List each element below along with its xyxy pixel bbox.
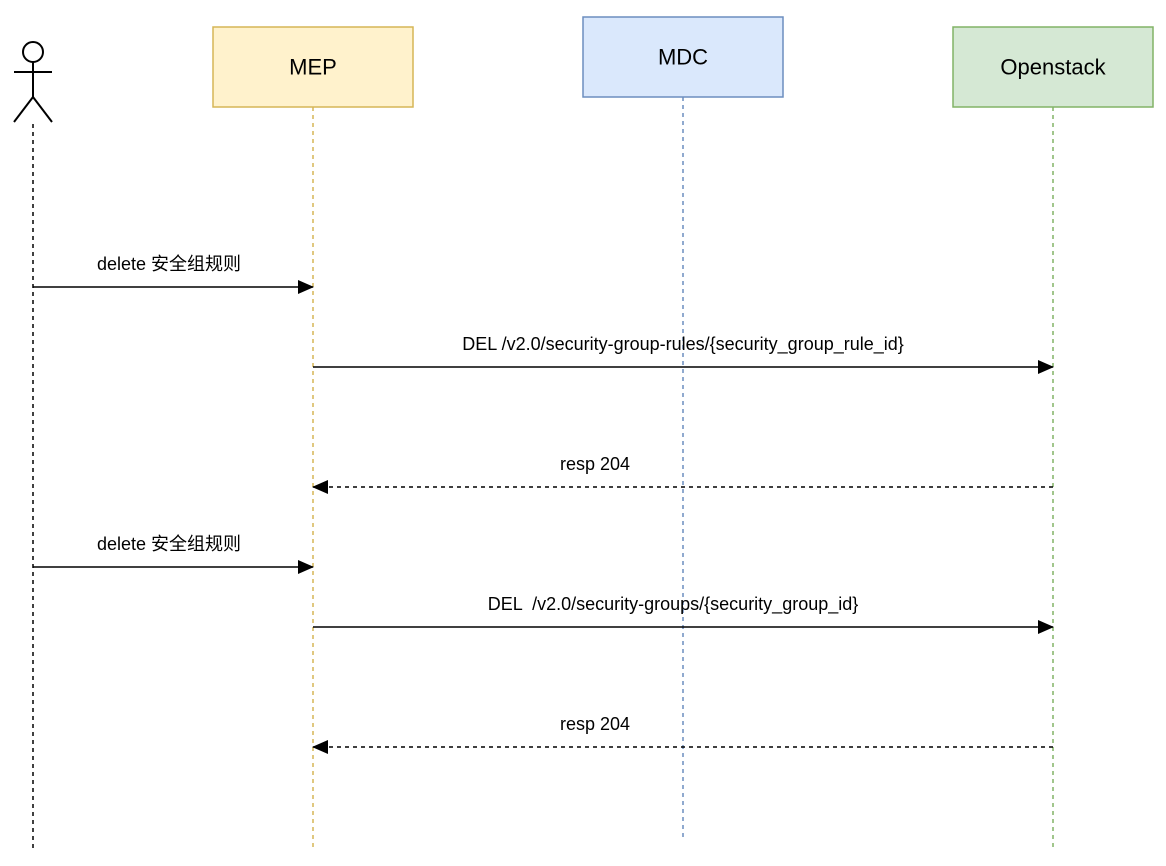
message-label: delete 安全组规则	[97, 534, 241, 554]
message-label: resp 204	[560, 454, 630, 474]
message-label: resp 204	[560, 714, 630, 734]
participant-openstack-label: Openstack	[1000, 55, 1106, 80]
sequence-diagram: MEP MDC Openstack delete 安全组规则 DEL /v2.0…	[13, 16, 1154, 848]
message-label: delete 安全组规则	[97, 254, 241, 274]
actor-icon	[13, 41, 53, 123]
participant-mep-label: MEP	[289, 55, 337, 80]
message-label: DEL /v2.0/security-groups/{security_grou…	[488, 594, 859, 615]
message-label: DEL /v2.0/security-group-rules/{security…	[462, 334, 904, 355]
participant-mdc-label: MDC	[658, 45, 708, 70]
